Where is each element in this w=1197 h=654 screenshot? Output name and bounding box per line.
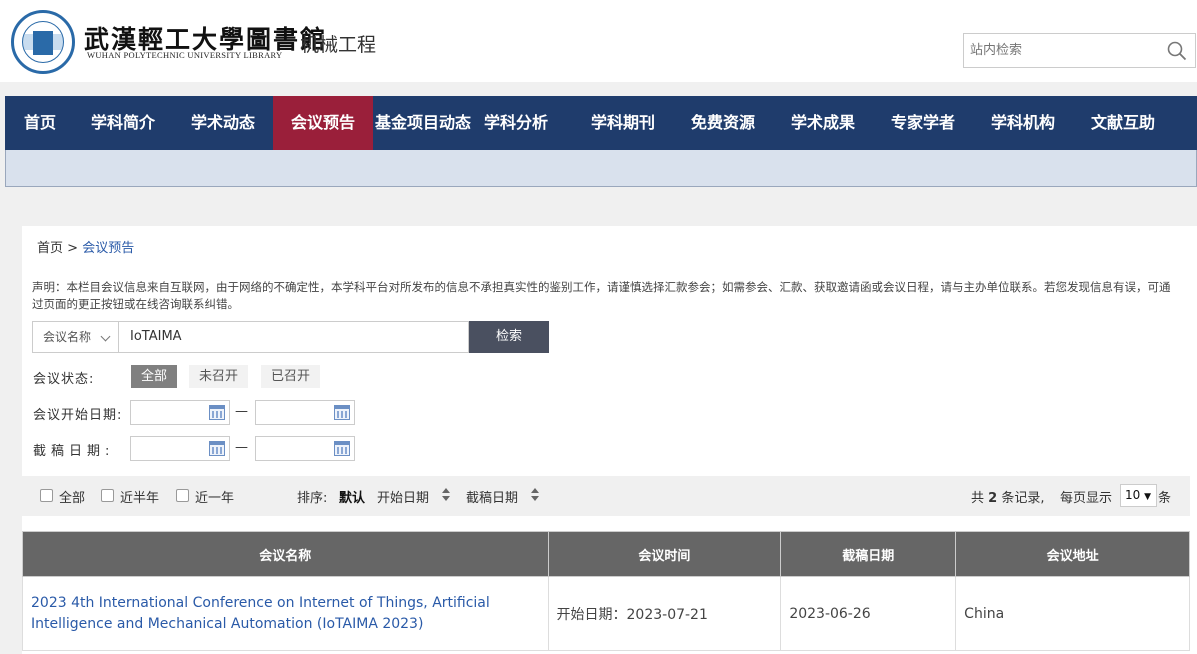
total-prefix: 共	[971, 491, 985, 506]
checkbox-all-label: 全部	[59, 491, 86, 506]
chevron-down-icon	[100, 331, 111, 342]
sort-label: 排序:	[297, 491, 328, 506]
site-search	[963, 33, 1196, 68]
range-dash: —	[235, 404, 248, 419]
search-button[interactable]: 检索	[469, 321, 549, 353]
table-header-row: 会议名称 会议时间 截稿日期 会议地址	[22, 531, 1190, 577]
nav-item-news[interactable]: 学术动态	[173, 96, 273, 150]
nav-item-doc-exchange[interactable]: 文献互助	[1073, 96, 1173, 150]
sort-start-date[interactable]: 开始日期	[377, 487, 429, 506]
checkbox-half-year-label: 近半年	[120, 491, 160, 506]
conference-table: 会议名称 会议时间 截稿日期 会议地址 2023 4th Internation…	[22, 531, 1190, 651]
sort-deadline[interactable]: 截稿日期	[466, 487, 518, 506]
seal-building-icon	[33, 31, 53, 55]
calendar-icon[interactable]	[334, 405, 350, 420]
main-nav: 首页 学科简介 学术动态 会议预告 基金项目动态 学科分析 学科期刊 免费资源 …	[5, 96, 1197, 156]
table-row: 2023 4th International Conference on Int…	[22, 576, 1190, 651]
col-header-time: 会议时间	[547, 531, 782, 577]
caret-down-icon: ▼	[1144, 492, 1152, 502]
calendar-icon[interactable]	[334, 441, 350, 456]
status-chip-upcoming[interactable]: 未召开	[189, 365, 249, 388]
deadline-label: 截稿日期:	[33, 444, 115, 459]
range-dash: —	[235, 440, 248, 455]
calendar-icon[interactable]	[209, 405, 225, 420]
search-field-label: 会议名称	[43, 330, 92, 344]
conference-location: China	[955, 576, 1190, 651]
nav-item-conferences[interactable]: 会议预告	[273, 96, 373, 156]
start-date-to[interactable]	[255, 400, 355, 425]
nav-item-experts[interactable]: 专家学者	[873, 96, 973, 150]
sort-arrows-icon[interactable]	[531, 487, 540, 503]
library-seal-logo[interactable]	[11, 10, 75, 74]
checkbox-one-year-label: 近一年	[195, 491, 235, 506]
deadline-from[interactable]	[130, 436, 230, 461]
checkbox-all[interactable]	[40, 489, 53, 502]
nav-item-analysis[interactable]: 学科分析	[473, 96, 559, 150]
nav-item-institutions[interactable]: 学科机构	[973, 96, 1073, 150]
conference-deadline: 2023-06-26	[780, 576, 957, 651]
deadline-to[interactable]	[255, 436, 355, 461]
site-title: 机械工程	[300, 34, 377, 56]
status-chip-held[interactable]: 已召开	[261, 365, 321, 388]
total-records: 共 2 条记录,	[971, 487, 1044, 506]
conference-time: 开始日期：2023-07-21	[547, 576, 782, 651]
checkbox-one-year[interactable]	[176, 489, 189, 502]
site-header: 武漢輕工大學圖書館 WUHAN POLYTECHNIC UNIVERSITY L…	[0, 0, 1197, 82]
checkbox-half-year[interactable]	[101, 489, 114, 502]
nav-item-free-resources[interactable]: 免费资源	[673, 96, 773, 150]
sort-arrows-icon[interactable]	[442, 487, 451, 503]
nav-item-achievements[interactable]: 学术成果	[773, 96, 873, 150]
per-page-suffix: 条	[1158, 491, 1172, 506]
nav-item-home[interactable]: 首页	[5, 96, 75, 150]
breadcrumb-current[interactable]: 会议预告	[82, 241, 134, 256]
search-field-select[interactable]: 会议名称	[32, 321, 119, 353]
nav-item-journals[interactable]: 学科期刊	[573, 96, 673, 150]
search-query-input[interactable]: IoTAIMA	[118, 321, 469, 353]
per-page-value: 10	[1125, 488, 1141, 502]
disclaimer-notice: 声明：本栏目会议信息来自互联网，由于网络的不确定性，本学科平台对所发布的信息不承…	[32, 280, 1171, 311]
status-chip-all[interactable]: 全部	[131, 365, 178, 388]
sub-nav-bar	[5, 150, 1197, 187]
start-date-label: 会议开始日期:	[33, 408, 123, 423]
col-header-location: 会议地址	[955, 531, 1190, 577]
nav-item-funding[interactable]: 基金项目动态	[373, 96, 473, 150]
col-header-deadline: 截稿日期	[780, 531, 957, 577]
nav-item-intro[interactable]: 学科简介	[75, 96, 171, 150]
breadcrumb-separator: >	[67, 241, 79, 256]
breadcrumb: 首页 > 会议预告	[37, 237, 134, 256]
total-count: 2	[988, 491, 998, 506]
per-page-prefix: 每页显示	[1060, 491, 1113, 506]
total-suffix: 条记录,	[1001, 491, 1045, 506]
col-header-name: 会议名称	[22, 531, 549, 577]
status-label: 会议状态:	[33, 372, 95, 387]
sort-default[interactable]: 默认	[339, 487, 365, 506]
start-date-from[interactable]	[130, 400, 230, 425]
conference-name-link[interactable]: 2023 4th International Conference on Int…	[22, 576, 549, 651]
library-name-en: WUHAN POLYTECHNIC UNIVERSITY LIBRARY	[87, 50, 283, 60]
breadcrumb-home[interactable]: 首页	[37, 241, 63, 256]
per-page-select[interactable]: 10 ▼	[1120, 484, 1157, 507]
search-icon[interactable]	[1167, 41, 1187, 61]
site-search-input[interactable]	[964, 34, 1159, 67]
calendar-icon[interactable]	[209, 441, 225, 456]
